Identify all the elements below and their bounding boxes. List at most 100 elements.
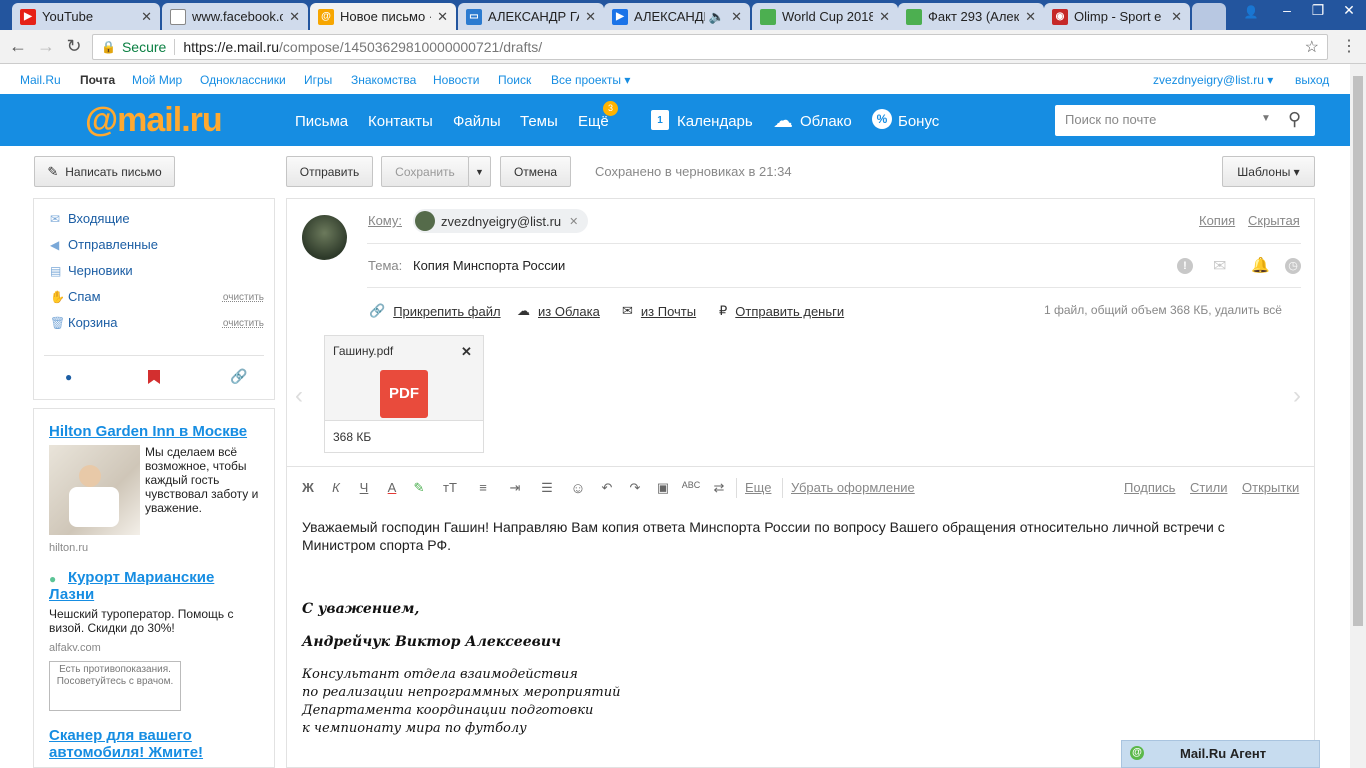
tab-facebook[interactable]: www.facebook.c ✕ — [162, 3, 308, 30]
portal-link-mail[interactable]: Почта — [80, 73, 115, 87]
nav-contacts[interactable]: Контакты — [368, 113, 433, 130]
tab-fact-293[interactable]: Факт 293 (Алек ✕ — [898, 3, 1044, 30]
flagged-filter-icon[interactable] — [148, 370, 160, 384]
remove-attachment-icon[interactable]: ✕ — [461, 344, 472, 360]
font-size-icon[interactable]: тТ — [440, 480, 460, 495]
menu-dots-icon[interactable]: ⋮ — [1338, 36, 1360, 56]
folder-sent[interactable]: ◀ Отправленные — [50, 237, 158, 252]
clean-spam-link[interactable]: очистить — [223, 292, 264, 303]
profile-icon[interactable]: 👤 — [1236, 2, 1266, 22]
search-options-chevron-icon[interactable]: ▼ — [1261, 113, 1271, 124]
portal-link-dating[interactable]: Знакомства — [351, 73, 416, 87]
notification-envelope-icon[interactable]: ✉ — [1213, 256, 1226, 276]
bookmark-star-icon[interactable]: ☆ — [1305, 37, 1319, 57]
highlight-color-icon[interactable]: ✎ — [409, 480, 429, 496]
reminder-bell-icon[interactable]: 🔔 — [1251, 256, 1270, 274]
remove-formatting-link[interactable]: Убрать оформление — [791, 480, 915, 495]
unread-filter-icon[interactable]: ● — [65, 370, 72, 384]
ad-resort-domain[interactable]: alfakv.com — [49, 642, 101, 654]
tab-alexandr-2[interactable]: ▶ АЛЕКСАНДР 🔈 ✕ — [604, 3, 750, 30]
tab-new-mail[interactable]: @ Новое письмо · ✕ — [310, 3, 456, 30]
attachment-card[interactable]: Гашину.pdf ✕ PDF 368 КБ — [324, 335, 484, 453]
attachment-filter-icon[interactable]: 🔗 — [230, 368, 247, 385]
message-body-editor[interactable]: Уважаемый господин Гашин! Направляю Вам … — [287, 511, 1314, 767]
cancel-button[interactable]: Отмена — [500, 156, 571, 187]
align-icon[interactable]: ≡ — [473, 480, 493, 495]
scroll-right-chevron-icon[interactable]: › — [1293, 382, 1301, 410]
ad-scanner-title[interactable]: Сканер для вашего автомобиля! Жмите! — [49, 727, 249, 761]
send-button[interactable]: Отправить — [286, 156, 373, 187]
insert-image-icon[interactable]: ▣ — [653, 480, 673, 496]
cc-link[interactable]: Копия — [1199, 213, 1235, 228]
portal-link-search[interactable]: Поиск — [498, 73, 531, 87]
emoji-icon[interactable]: ☺ — [568, 480, 588, 497]
scroll-left-chevron-icon[interactable]: ‹ — [295, 382, 303, 410]
reload-icon[interactable]: ↻ — [63, 36, 85, 57]
underline-icon[interactable]: Ч — [354, 480, 374, 495]
speaker-icon[interactable]: 🔈 — [709, 9, 725, 25]
folder-spam[interactable]: ✋ Спам — [50, 289, 101, 304]
portal-link-mailru[interactable]: Mail.Ru — [20, 73, 61, 87]
close-tab-icon[interactable]: ✕ — [1171, 9, 1182, 25]
user-account-menu[interactable]: zvezdnyeigry@list.ru ▾ — [1153, 73, 1273, 87]
close-tab-icon[interactable]: ✕ — [585, 9, 596, 25]
search-input[interactable] — [1065, 112, 1255, 127]
save-options-dropdown[interactable]: ▼ — [468, 156, 491, 187]
subject-input[interactable]: Копия Минспорта России — [413, 258, 565, 273]
postcards-link[interactable]: Открытки — [1242, 480, 1299, 495]
recipient-chip[interactable]: zvezdnyeigry@list.ru ✕ — [413, 209, 589, 233]
attach-file-button[interactable]: 🔗 Прикрепить файл — [369, 303, 501, 319]
close-window-icon[interactable]: ✕ — [1334, 0, 1364, 20]
scheduled-send-clock-icon[interactable]: ◷ — [1285, 258, 1301, 274]
portal-link-all-projects[interactable]: Все проекты ▾ — [551, 73, 630, 87]
close-tab-icon[interactable]: ✕ — [879, 9, 890, 25]
logout-link[interactable]: выход — [1295, 73, 1329, 87]
back-icon[interactable]: ← — [7, 36, 29, 57]
bcc-link[interactable]: Скрытая — [1248, 213, 1300, 228]
close-tab-icon[interactable]: ✕ — [289, 9, 300, 25]
ad-hilton-domain[interactable]: hilton.ru — [49, 542, 88, 554]
save-button[interactable]: Сохранить — [381, 156, 469, 187]
undo-icon[interactable]: ↶ — [597, 480, 617, 496]
list-icon[interactable]: ☰ — [537, 480, 557, 496]
search-icon[interactable]: ⚲ — [1288, 109, 1301, 130]
delete-all-attachments-link[interactable]: удалить всё — [1215, 303, 1282, 317]
nav-letters[interactable]: Письма — [295, 113, 348, 130]
portal-link-my-world[interactable]: Мой Мир — [132, 73, 182, 87]
folder-drafts[interactable]: ▤ Черновики — [50, 263, 133, 278]
mailru-logo[interactable]: @mail.ru — [85, 101, 223, 140]
portal-link-news[interactable]: Новости — [433, 73, 479, 87]
tab-alexandr-1[interactable]: ▭ АЛЕКСАНДР ГА ✕ — [458, 3, 604, 30]
close-tab-icon[interactable]: ✕ — [731, 9, 742, 25]
nav-bonus[interactable]: Бонус — [898, 113, 939, 130]
nav-cloud[interactable]: Облако — [800, 113, 852, 130]
folder-inbox[interactable]: ✉ Входящие — [50, 211, 130, 226]
mailru-agent-bar[interactable]: @ Mail.Ru Агент — [1121, 740, 1320, 768]
ad-resort-title[interactable]: Курорт Марианские Лазни — [49, 569, 259, 603]
forward-icon[interactable]: → — [35, 36, 57, 57]
portal-link-odnoklassniki[interactable]: Одноклассники — [200, 73, 286, 87]
scrollbar-thumb[interactable] — [1353, 76, 1363, 626]
text-color-icon[interactable]: А — [382, 480, 402, 495]
bold-icon[interactable]: Ж — [298, 480, 318, 495]
nav-themes[interactable]: Темы — [520, 113, 558, 130]
portal-link-games[interactable]: Игры — [304, 73, 332, 87]
remove-recipient-icon[interactable]: ✕ — [569, 215, 578, 228]
tab-olimp[interactable]: ◉ Olimp - Sport e ✕ — [1044, 3, 1190, 30]
attach-from-mail-button[interactable]: ✉ из Почты — [622, 303, 696, 319]
folder-trash[interactable]: 🗑 Корзина — [50, 315, 118, 330]
drafts-link[interactable]: черновиках — [675, 164, 745, 179]
spellcheck-icon[interactable]: ABC — [681, 480, 701, 490]
nav-more[interactable]: Ещё — [578, 113, 609, 130]
close-tab-icon[interactable]: ✕ — [437, 9, 448, 25]
to-label[interactable]: Кому: — [368, 213, 402, 228]
clean-trash-link[interactable]: очистить — [223, 318, 264, 329]
address-bar[interactable]: 🔒 Secure https://e.mail.ru/compose/14503… — [92, 34, 1328, 60]
new-tab-button[interactable] — [1192, 3, 1226, 30]
page-scrollbar[interactable] — [1350, 64, 1366, 768]
nav-files[interactable]: Файлы — [453, 113, 501, 130]
close-tab-icon[interactable]: ✕ — [141, 9, 152, 25]
sender-avatar[interactable] — [302, 215, 347, 260]
attach-from-cloud-button[interactable]: ☁ из Облака — [517, 303, 600, 319]
indent-icon[interactable]: ⇥ — [505, 480, 525, 496]
